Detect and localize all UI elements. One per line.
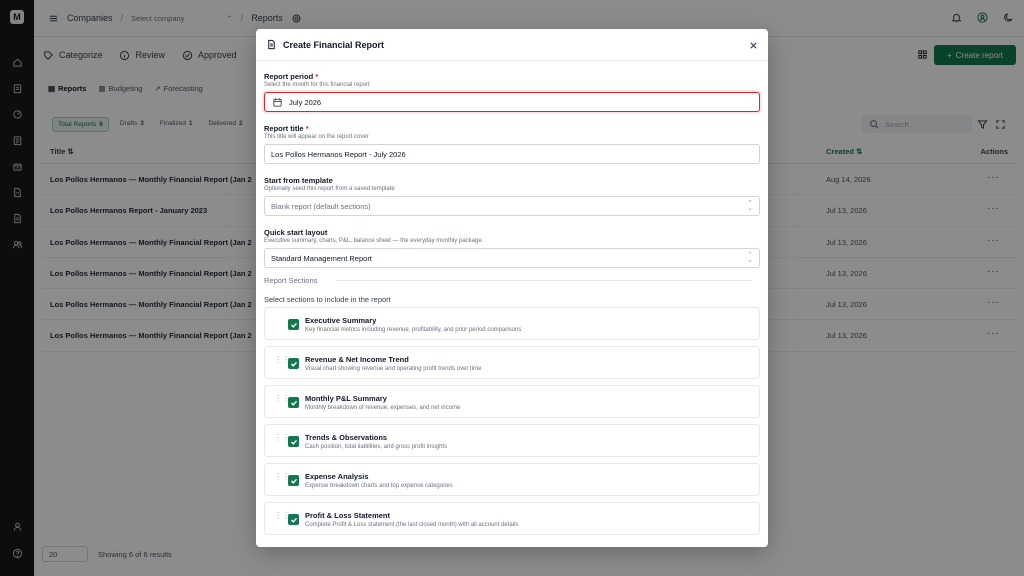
report-period-value: July 2026 (289, 97, 322, 107)
close-icon[interactable] (747, 39, 759, 51)
section-card[interactable]: ⋮⋮ Revenue & Net Income Trend Visual cha… (264, 346, 760, 379)
section-heading: Report Sections (264, 276, 318, 285)
section-title: Monthly P&L Summary (305, 394, 387, 403)
section-subheading: Select sections to include in the report (264, 295, 391, 304)
checkbox-monthly-pl[interactable] (288, 397, 299, 408)
section-card[interactable]: ⋮⋮ Expense Analysis Expense breakdown ch… (264, 463, 760, 496)
section-desc: Expense breakdown charts and top expense… (305, 483, 453, 489)
create-report-dialog: Create Financial Report Report period * … (256, 29, 768, 547)
chevron-updown-icon: ⌃ ⌄ (747, 252, 753, 264)
section-title: Expense Analysis (305, 472, 369, 481)
dialog-header: Create Financial Report (256, 29, 768, 61)
template-select[interactable]: Blank report (default sections) ⌃ ⌄ (264, 196, 760, 216)
checkbox-executive-summary[interactable] (288, 319, 299, 330)
field-help: Optionally seed this report from a saved… (264, 186, 395, 192)
checkbox-revenue-trend[interactable] (288, 358, 299, 369)
section-desc: Cash position, total liabilities, and gr… (305, 444, 448, 450)
drag-handle-icon[interactable]: ⋮⋮ (274, 434, 290, 442)
report-title-value: Los Pollos Hermanos Report - July 2026 (271, 149, 406, 159)
document-icon (265, 39, 277, 51)
layout-field: Quick start layout Executive summary, ch… (264, 228, 760, 268)
field-help: Executive summary, charts, P&L, balance … (264, 238, 484, 244)
divider (336, 280, 752, 281)
drag-handle-icon[interactable]: ⋮⋮ (274, 473, 290, 481)
section-desc: Visual chart showing revenue and operati… (305, 366, 482, 372)
section-desc: Monthly breakdown of revenue, expenses, … (305, 405, 461, 411)
dialog-title: Create Financial Report (283, 39, 385, 50)
layout-value: Standard Management Report (271, 253, 372, 263)
checkbox-expense-analysis[interactable] (288, 475, 299, 486)
report-title-field: Report title * This title will appear on… (264, 124, 760, 164)
field-label: Start from template (264, 176, 333, 185)
section-title: Executive Summary (305, 316, 377, 325)
field-label: Report title * (264, 124, 309, 133)
field-help: This title will appear on the report cov… (264, 134, 369, 140)
checkbox-pl-statement[interactable] (288, 514, 299, 525)
sections-subheading: Select sections to include in the report (264, 295, 760, 304)
dialog-body: Report period * Select the month for thi… (256, 62, 768, 547)
template-field: Start from template Optionally seed this… (264, 176, 760, 216)
calendar-icon (271, 96, 283, 108)
layout-select[interactable]: Standard Management Report ⌃ ⌄ (264, 248, 760, 268)
field-label: Quick start layout (264, 228, 328, 237)
section-card[interactable]: Executive Summary Key financial metrics … (264, 307, 760, 340)
report-title-input[interactable]: Los Pollos Hermanos Report - July 2026 (264, 144, 760, 164)
section-title: Revenue & Net Income Trend (305, 355, 409, 364)
field-label: Report period * (264, 72, 319, 81)
drag-handle-icon[interactable]: ⋮⋮ (274, 512, 290, 520)
drag-handle-icon[interactable]: ⋮⋮ (274, 395, 290, 403)
field-help: Select the month for this financial repo… (264, 82, 370, 88)
section-desc: Key financial metrics including revenue,… (305, 327, 522, 333)
section-card[interactable]: ⋮⋮ Trends & Observations Cash position, … (264, 424, 760, 457)
drag-handle-icon[interactable]: ⋮⋮ (274, 356, 290, 364)
checkbox-trends[interactable] (288, 436, 299, 447)
template-placeholder: Blank report (default sections) (271, 201, 371, 211)
section-card[interactable]: ⋮⋮ Monthly P&L Summary Monthly breakdown… (264, 385, 760, 418)
section-card[interactable]: ⋮⋮ Profit & Loss Statement Complete Prof… (264, 502, 760, 535)
section-title: Profit & Loss Statement (305, 511, 391, 520)
report-sections-heading: Report Sections (264, 276, 760, 285)
section-desc: Complete Profit & Loss statement (the la… (305, 522, 519, 528)
report-period-input[interactable]: July 2026 (264, 92, 760, 112)
report-period-field: Report period * Select the month for thi… (264, 72, 760, 112)
chevron-updown-icon: ⌃ ⌄ (747, 200, 753, 212)
section-title: Trends & Observations (305, 433, 388, 442)
